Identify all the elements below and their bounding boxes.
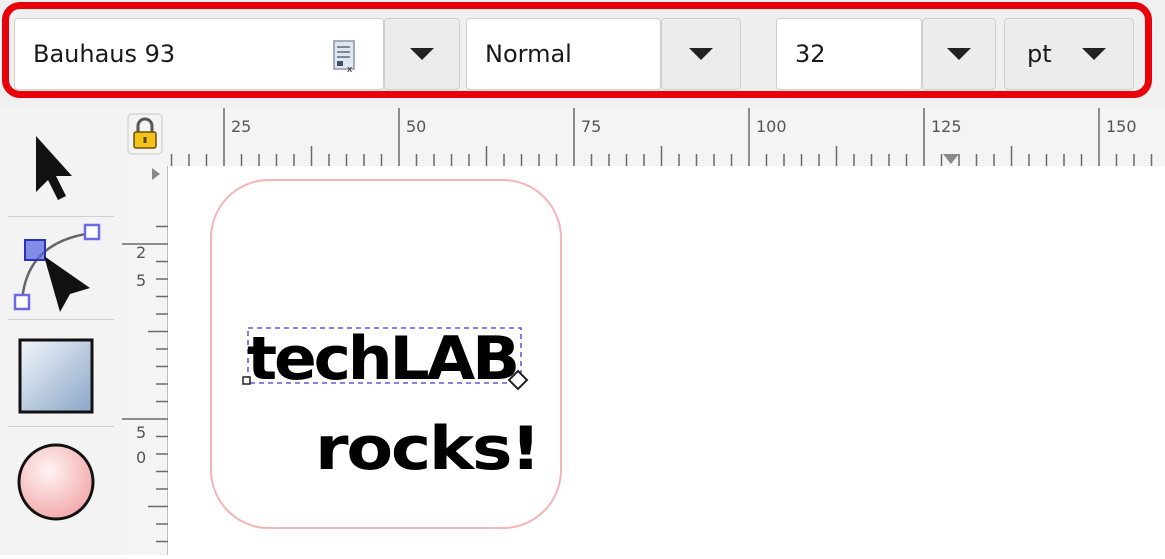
chevron-down-icon xyxy=(689,48,713,60)
rectangle-icon xyxy=(18,338,94,414)
font-style-dropdown-button[interactable] xyxy=(661,18,741,90)
ruler-label: 0 xyxy=(136,448,146,467)
ruler-ticks: 25 50 75 100 125 150 xyxy=(170,108,1153,166)
ellipse-icon xyxy=(17,443,95,521)
canvas-drawing: techLAB rocks! xyxy=(210,179,562,529)
font-family-value: Bauhaus 93 xyxy=(33,40,176,68)
unit-value: pt xyxy=(1027,40,1052,68)
tool-divider xyxy=(8,426,114,427)
node-tool[interactable] xyxy=(0,220,122,315)
font-style-value: Normal xyxy=(485,40,572,68)
ruler-ticks: 2 5 5 0 xyxy=(122,168,168,543)
font-family-field[interactable]: Bauhaus 93 xyxy=(14,18,384,90)
ruler-label: 25 xyxy=(231,117,251,136)
unit-dropdown[interactable]: pt xyxy=(1004,18,1134,90)
canvas-text-line1[interactable]: techLAB xyxy=(247,324,520,394)
ruler-label: 2 xyxy=(136,243,146,262)
ruler-label: 150 xyxy=(1106,117,1137,136)
font-size-value: 32 xyxy=(795,40,826,68)
ruler-position-marker xyxy=(152,168,160,180)
arrow-select-icon xyxy=(36,136,72,200)
font-document-icon: x xyxy=(333,40,355,74)
lock-icon[interactable] xyxy=(122,108,168,166)
chevron-down-icon xyxy=(947,48,971,60)
select-tool[interactable] xyxy=(0,116,122,208)
svg-text:x: x xyxy=(347,65,353,74)
ruler-label: 5 xyxy=(136,271,146,290)
ruler-corner xyxy=(122,108,168,166)
ruler-label: 100 xyxy=(756,117,787,136)
node-edit-icon xyxy=(13,223,101,312)
ruler-position-marker xyxy=(943,154,959,164)
canvas-text-line2[interactable]: rocks! xyxy=(315,414,541,484)
drawing-canvas[interactable]: techLAB rocks! xyxy=(168,166,1165,555)
chevron-down-icon xyxy=(410,48,434,60)
font-family-dropdown-button[interactable] xyxy=(384,18,460,90)
ruler-label: 50 xyxy=(406,117,426,136)
ruler-label: 125 xyxy=(931,117,962,136)
tool-divider xyxy=(8,319,114,320)
tool-divider xyxy=(8,216,114,217)
font-style-field[interactable]: Normal xyxy=(466,18,661,90)
tool-palette xyxy=(0,108,123,555)
font-size-field[interactable]: 32 xyxy=(776,18,922,90)
horizontal-ruler[interactable]: 25 50 75 100 125 150 xyxy=(168,108,1165,167)
vertical-ruler[interactable]: 2 5 5 0 xyxy=(122,166,168,555)
text-toolbar: Bauhaus 93 x Normal 32 pt xyxy=(0,0,1165,108)
ruler-label: 75 xyxy=(581,117,601,136)
ruler-label: 5 xyxy=(136,423,146,442)
rectangle-tool[interactable] xyxy=(0,328,122,420)
chevron-down-icon xyxy=(1081,48,1106,60)
ellipse-tool[interactable] xyxy=(0,432,122,532)
font-size-dropdown-button[interactable] xyxy=(922,18,996,90)
